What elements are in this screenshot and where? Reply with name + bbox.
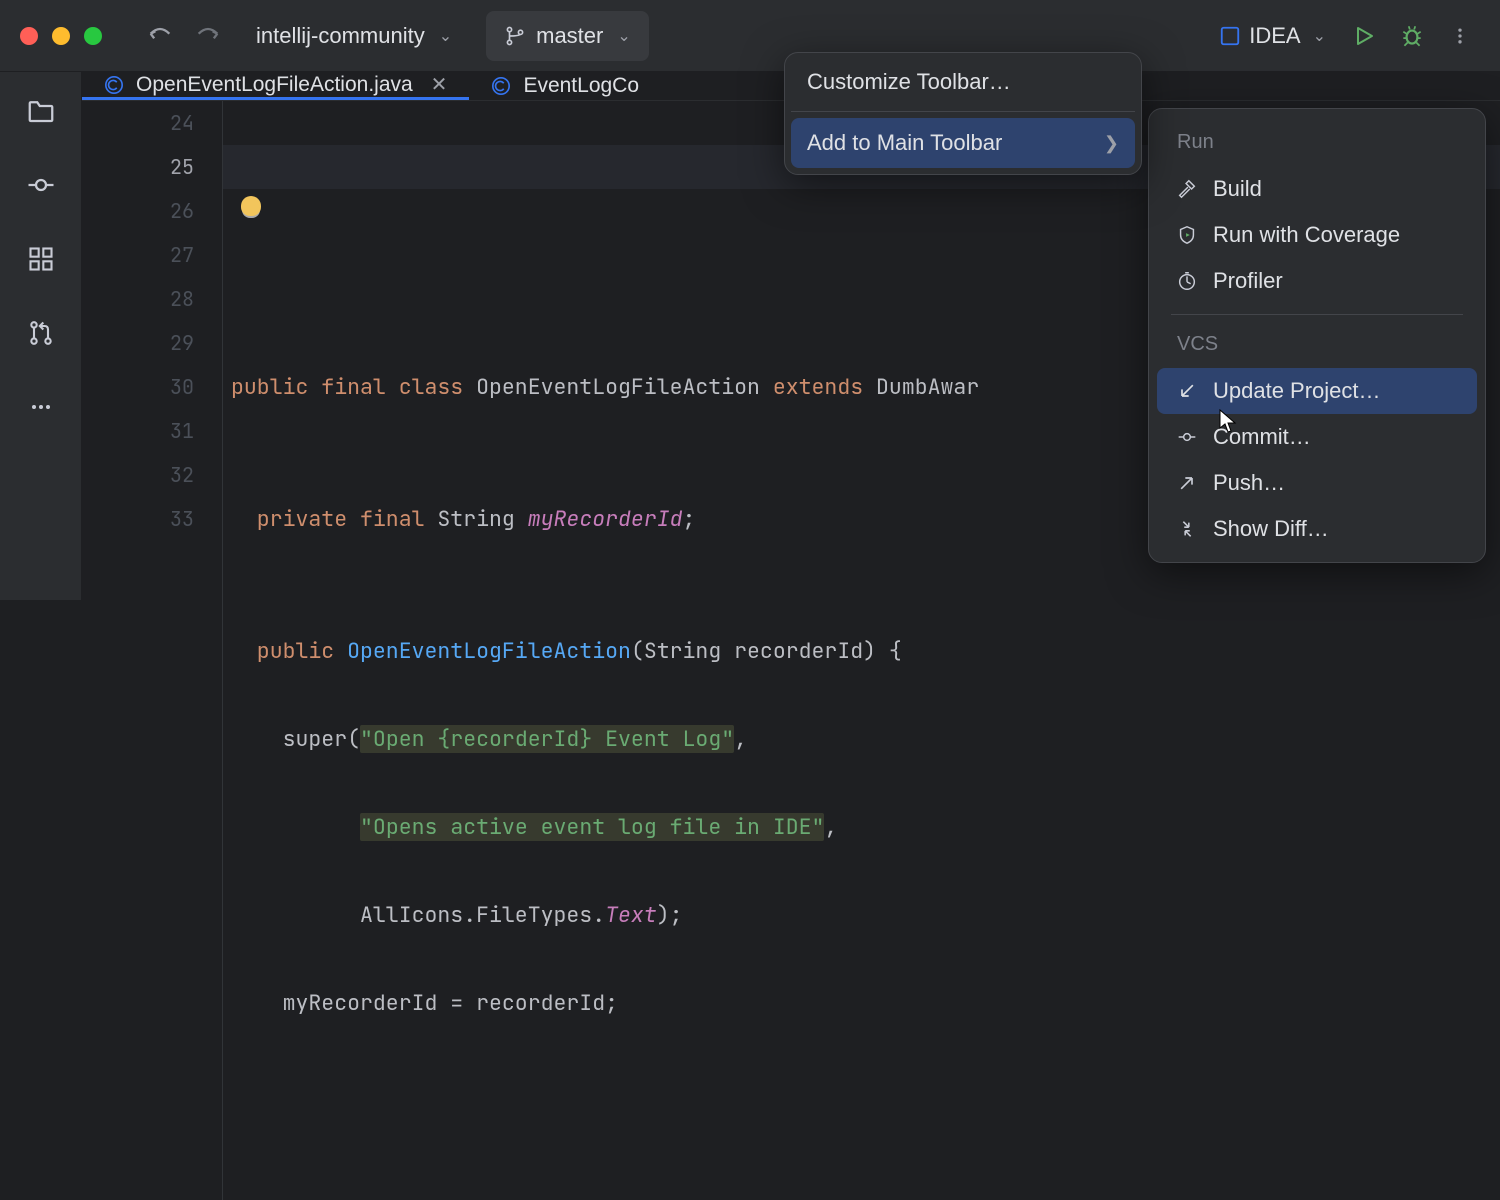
intention-bulb-icon[interactable] [241,196,261,216]
pull-requests-tool-button[interactable] [24,316,58,350]
coverage-icon [1175,224,1199,246]
add-to-toolbar-submenu: Run Build Run with Coverage Profiler VCS… [1148,108,1486,563]
profiler-icon [1175,270,1199,292]
commit-item[interactable]: Commit… [1157,414,1477,460]
branch-icon [504,25,526,47]
chevron-down-icon: ⌄ [439,26,452,46]
project-selector[interactable]: intellij-community ⌄ [242,15,466,57]
minimize-window-button[interactable] [52,27,70,45]
chevron-down-icon: ⌄ [617,26,630,46]
arrow-up-right-icon [1175,473,1199,493]
more-tools-button[interactable] [24,390,58,424]
arrow-down-left-icon [1175,381,1199,401]
run-config-name: IDEA [1249,23,1300,49]
file-type-class-icon [104,75,124,95]
chevron-right-icon: ❯ [1104,133,1119,154]
tab-title: OpenEventLogFileAction.java [136,73,413,97]
title-bar: intellij-community ⌄ master ⌄ IDEA ⌄ [0,0,1500,72]
run-config-selector[interactable]: IDEA ⌄ [1219,23,1326,49]
chevron-down-icon: ⌄ [1313,26,1326,46]
run-config-icon [1219,25,1241,47]
debug-button[interactable] [1392,16,1432,56]
left-toolbar [0,72,82,600]
menu-section-header: VCS [1157,325,1477,368]
close-window-button[interactable] [20,27,38,45]
more-menu-button[interactable] [1440,16,1480,56]
redo-button[interactable] [188,16,228,56]
run-button[interactable] [1344,16,1384,56]
editor-tab[interactable]: OpenEventLogFileAction.java ✕ [82,72,469,100]
customize-toolbar-item[interactable]: Customize Toolbar… [785,53,1141,111]
update-project-item[interactable]: Update Project… [1157,368,1477,414]
line-gutter: 24 25 26 27 28 29 30 31 32 33 [82,101,222,1200]
undo-button[interactable] [140,16,180,56]
toolbar-context-menu: Customize Toolbar… Add to Main Toolbar ❯ [784,52,1142,175]
file-type-class-icon [491,76,511,96]
maximize-window-button[interactable] [84,27,102,45]
mouse-cursor-icon [1218,408,1238,434]
branch-name: master [536,23,603,49]
profiler-item[interactable]: Profiler [1157,258,1477,304]
show-diff-item[interactable]: Show Diff… [1157,506,1477,552]
structure-tool-button[interactable] [24,242,58,276]
git-branch-selector[interactable]: master ⌄ [486,11,649,61]
close-tab-button[interactable]: ✕ [431,72,448,97]
commit-tool-button[interactable] [24,168,58,202]
commit-icon [1175,427,1199,447]
project-name: intellij-community [256,23,425,49]
run-with-coverage-item[interactable]: Run with Coverage [1157,212,1477,258]
add-to-main-toolbar-item[interactable]: Add to Main Toolbar ❯ [791,118,1135,168]
window-controls [20,27,102,45]
editor-tab[interactable]: EventLogCo [469,72,661,100]
build-item[interactable]: Build [1157,166,1477,212]
menu-section-header: Run [1157,123,1477,166]
hammer-icon [1175,178,1199,200]
push-item[interactable]: Push… [1157,460,1477,506]
diff-icon [1175,518,1199,540]
tab-title: EventLogCo [523,74,639,98]
project-tool-button[interactable] [24,94,58,128]
